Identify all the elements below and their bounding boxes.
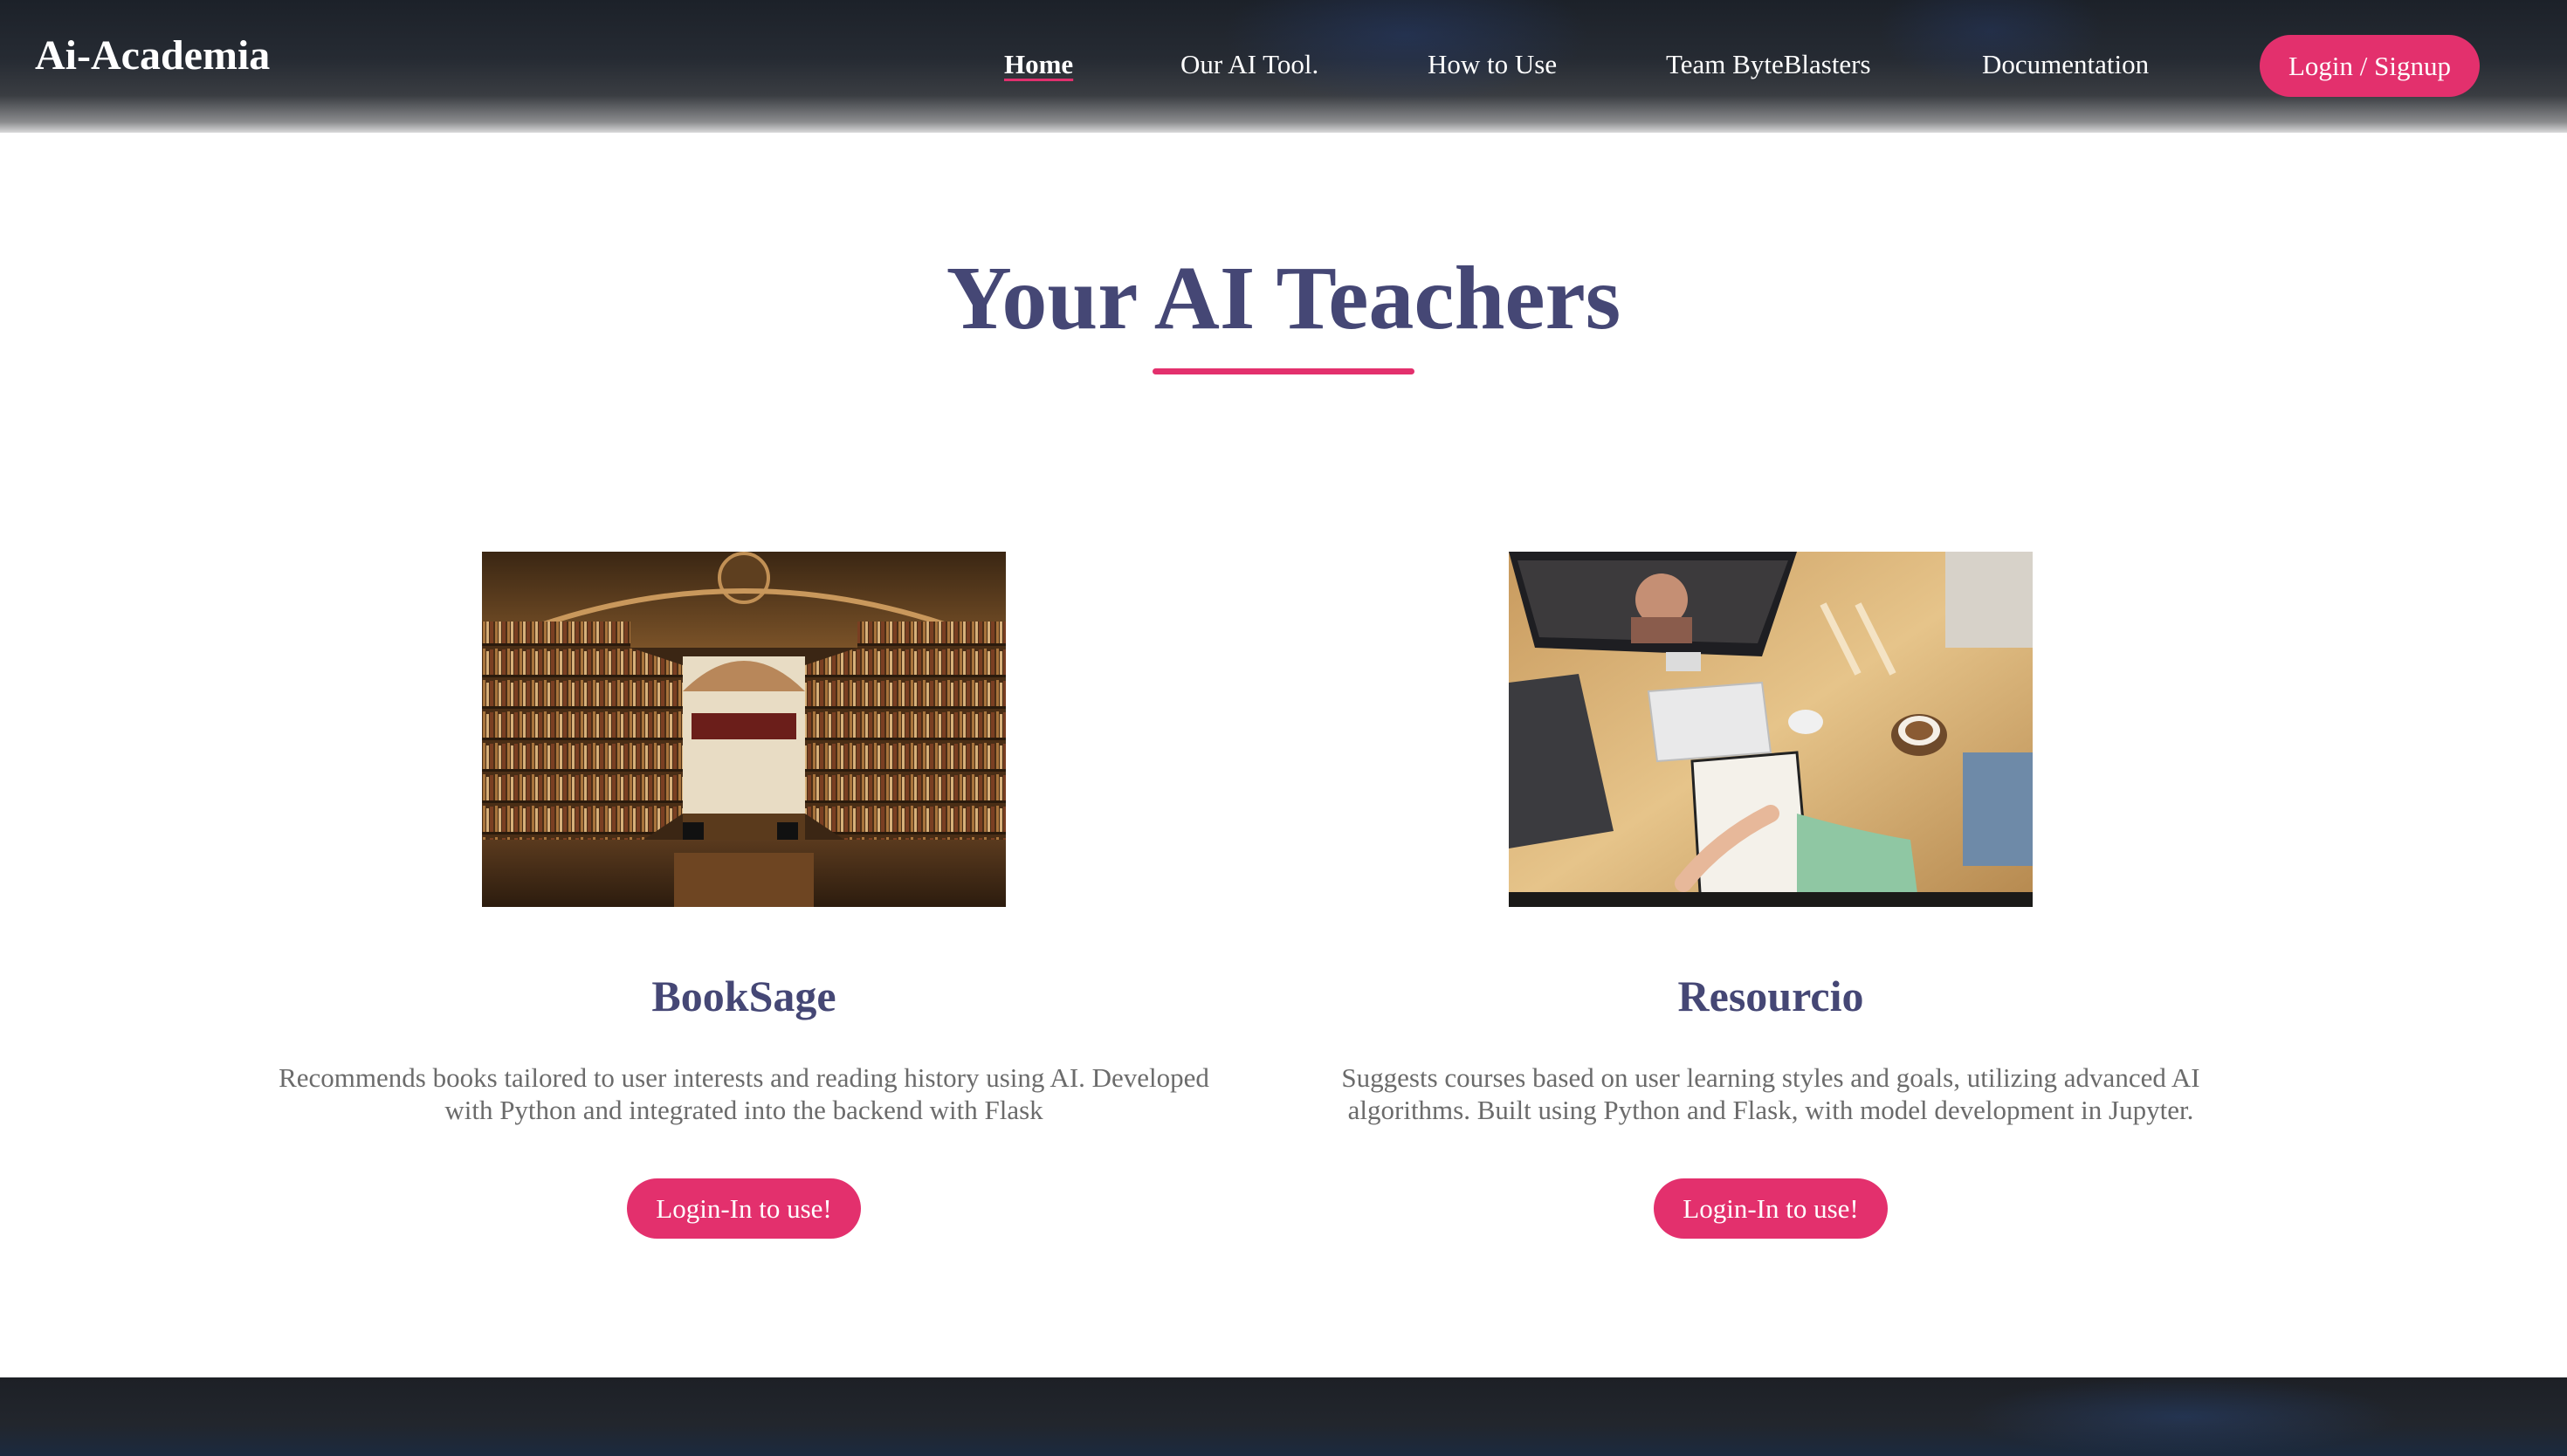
top-nav-bar: Ai-Academia Home Our AI Tool. How to Use… bbox=[0, 0, 2567, 133]
nav-team[interactable]: Team ByteBlasters bbox=[1666, 49, 1871, 80]
page-title: Your AI Teachers bbox=[946, 248, 1621, 348]
nav-home[interactable]: Home bbox=[1004, 49, 1073, 80]
resourcio-description: Suggests courses based on user learning … bbox=[1341, 1062, 2200, 1125]
resourcio-login-button[interactable]: Login-In to use! bbox=[1654, 1178, 1888, 1239]
booksage-title: BookSage bbox=[651, 972, 836, 1020]
title-underline bbox=[1153, 368, 1414, 374]
nav-our-ai-tool[interactable]: Our AI Tool. bbox=[1180, 49, 1318, 80]
nav-documentation[interactable]: Documentation bbox=[1982, 49, 2149, 80]
nav-how-to-use[interactable]: How to Use bbox=[1428, 49, 1557, 80]
login-signup-button[interactable]: Login / Signup bbox=[2260, 35, 2480, 97]
footer bbox=[0, 1377, 2567, 1456]
booksage-description: Recommends books tailored to user intere… bbox=[279, 1062, 1209, 1125]
booksage-image bbox=[482, 552, 1006, 907]
resourcio-image bbox=[1509, 552, 2033, 907]
booksage-login-button[interactable]: Login-In to use! bbox=[627, 1178, 861, 1239]
site-logo[interactable]: Ai-Academia bbox=[35, 31, 270, 79]
resourcio-title: Resourcio bbox=[1677, 972, 1864, 1020]
